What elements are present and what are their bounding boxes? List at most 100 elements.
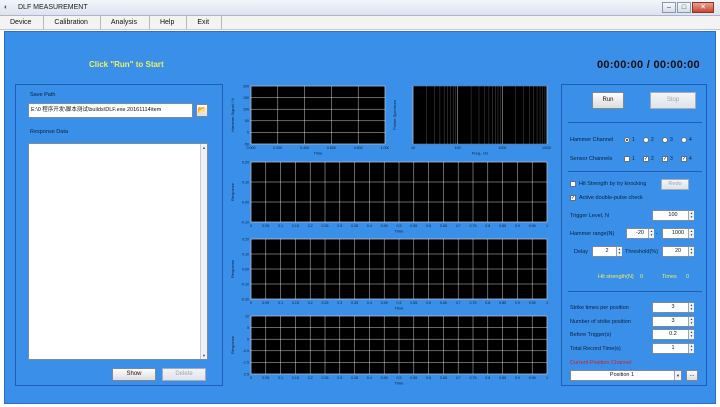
spinner-icon[interactable]: ▲ ▼ <box>688 229 694 238</box>
plot-svg: 0 0.05 0.1 0.15 0.2 0.25 0.3 0.35 0.4 0.45 0.5 0.55… <box>230 237 548 310</box>
x-tick-label: 0.9 <box>515 224 520 228</box>
sensor-channels-label: Sensor Channels <box>570 156 613 162</box>
menu-analysis[interactable]: Analysis <box>101 16 150 29</box>
sensor-channel-checkbox-4[interactable]: ✓ <box>681 156 687 162</box>
y-tick-label: -1.5 <box>243 361 249 365</box>
menu-exit[interactable]: Exit <box>187 16 223 29</box>
x-tick-label: 0.800 <box>354 146 363 150</box>
menu-calibration[interactable]: Calibration <box>44 16 101 29</box>
x-tick-label: 0.65 <box>440 301 447 305</box>
x-tick-label: 0.85 <box>499 376 506 380</box>
window-title: DLF MEASUREMENT <box>18 4 88 11</box>
hammer-channel-radio-label: 4 <box>689 137 692 143</box>
x-tick-label: 0.1 <box>278 376 283 380</box>
x-tick-label: 0.4 <box>367 301 372 305</box>
y-tick-label: 0.10 <box>242 180 249 184</box>
plot-area <box>250 85 386 145</box>
maximize-icon[interactable]: □ <box>677 2 691 13</box>
spinner-icon[interactable]: ▲ ▼ <box>688 330 694 339</box>
response-data-textarea[interactable]: ▲ ▼ <box>28 143 208 360</box>
x-tick-label: 1 <box>546 224 548 228</box>
hammer-channel-radio-4[interactable] <box>681 137 687 143</box>
sensor-channel-label: 1 <box>632 156 635 162</box>
sensor-channel-label: 4 <box>689 156 692 162</box>
x-tick-label: 0.45 <box>381 376 388 380</box>
y-tick-label: 5 <box>247 326 249 330</box>
show-button[interactable]: Show <box>112 368 156 381</box>
x-tick-label: 0.5 <box>397 301 402 305</box>
x-tick-label: 0.2 <box>308 376 313 380</box>
browse-folder-button[interactable]: 📂 <box>196 104 208 117</box>
y-tick-label: -50 <box>244 142 249 146</box>
response-scrollbar[interactable]: ▲ ▼ <box>200 144 207 359</box>
active-check-label: Active double-pulse check <box>579 195 643 201</box>
x-tick-label: 0.2 <box>308 224 313 228</box>
x-axis-label: Time <box>395 229 405 234</box>
trigger-level-label: Trigger Level, N <box>570 213 609 219</box>
x-tick-label: 0.95 <box>529 224 536 228</box>
run-button[interactable]: Run <box>592 92 624 109</box>
x-tick-label: 0.8 <box>485 224 490 228</box>
x-tick-label: 0.600 <box>327 146 336 150</box>
hammer-channel-radio-1[interactable] <box>624 137 630 143</box>
power-spectrum-plot: 10 100 1000 10000 Freq., Hz Power Spectrum <box>391 84 551 156</box>
y-tick-label: -0.10 <box>241 282 249 286</box>
x-tick-label: 0.4 <box>367 376 372 380</box>
hammer-range-max-value: 1000 <box>671 230 685 236</box>
x-tick-label: 0 <box>250 301 252 305</box>
close-icon[interactable]: ✕ <box>692 2 714 13</box>
sensor-channel-label: 2 <box>651 156 654 162</box>
x-tick-label: 0.25 <box>322 376 329 380</box>
spinner-icon[interactable]: ▲ ▼ <box>648 229 654 238</box>
chevron-down-icon[interactable]: ▼ <box>674 371 681 380</box>
threshold-value: 20 <box>674 248 682 254</box>
spinner-icon[interactable]: ▲ ▼ <box>688 317 694 326</box>
hammer-channel-radio-3[interactable] <box>662 137 668 143</box>
hammer-channel-radio-2[interactable] <box>643 137 649 143</box>
x-tick-label: 0.45 <box>381 224 388 228</box>
hammer-channel-radio-label: 1 <box>632 137 635 143</box>
delete-button[interactable]: Delete <box>162 368 206 381</box>
minimize-icon[interactable]: – <box>662 2 676 13</box>
delay-value: 2 <box>605 248 609 254</box>
y-tick-label: 200 <box>243 84 249 88</box>
x-tick-label: 100 <box>455 146 461 150</box>
sensor-channel-checkbox-3[interactable]: ✓ <box>662 156 668 162</box>
separator <box>568 122 702 123</box>
spinner-icon[interactable]: ▲ ▼ <box>688 344 694 353</box>
spinner-icon[interactable]: ▲ ▼ <box>616 247 622 256</box>
sensor-channel-checkbox-1[interactable] <box>624 156 630 162</box>
menu-help[interactable]: Help <box>150 16 188 29</box>
spinner-icon[interactable]: ▲ ▼ <box>688 303 694 312</box>
x-tick-label: 0.55 <box>410 224 417 228</box>
active-check-checkbox[interactable]: ✓ <box>570 195 576 201</box>
hammer-signal-plot: 0.000 0.200 0.400 0.600 0.800 1.000 200 150 100 5… <box>229 84 389 156</box>
x-tick-label: 0.95 <box>529 301 536 305</box>
redo-button[interactable]: Redo <box>661 179 689 190</box>
scroll-down-icon[interactable]: ▼ <box>201 352 207 359</box>
y-tick-label: -0.10 <box>241 220 249 224</box>
x-tick-label: 0.85 <box>499 224 506 228</box>
scroll-up-icon[interactable]: ▲ <box>201 144 207 151</box>
separator <box>568 291 702 292</box>
x-tick-label: 0.35 <box>351 376 358 380</box>
x-tick-label: 0.15 <box>292 301 299 305</box>
more-options-button[interactable]: ... <box>686 370 698 381</box>
strike-times-label: Strike times per position <box>570 305 629 311</box>
hit-strength-checkbox[interactable] <box>570 181 576 187</box>
y-tick-label: 0 <box>247 338 249 342</box>
folder-icon: 📂 <box>197 107 207 114</box>
spinner-icon[interactable]: ▲ ▼ <box>688 211 694 220</box>
y-tick-label: 10 <box>245 314 249 318</box>
position-select[interactable]: Position 1 <box>570 370 682 381</box>
spinner-icon[interactable]: ▲ ▼ <box>688 247 694 256</box>
save-path-input[interactable]: E:\0 程序开发\脚本测试\builds\DLF.exe 20161114\t… <box>28 103 193 118</box>
sensor-channel-checkbox-2[interactable]: ✓ <box>643 156 649 162</box>
x-tick-label: 1 <box>546 301 548 305</box>
range-separator: - <box>656 231 658 237</box>
hammer-channel-label: Hammer Channel <box>570 137 614 143</box>
x-tick-label: 0.200 <box>273 146 282 150</box>
menu-device[interactable]: Device <box>0 16 45 29</box>
app-icon: ◐ <box>4 4 9 11</box>
stop-button[interactable]: Stop <box>650 92 696 109</box>
